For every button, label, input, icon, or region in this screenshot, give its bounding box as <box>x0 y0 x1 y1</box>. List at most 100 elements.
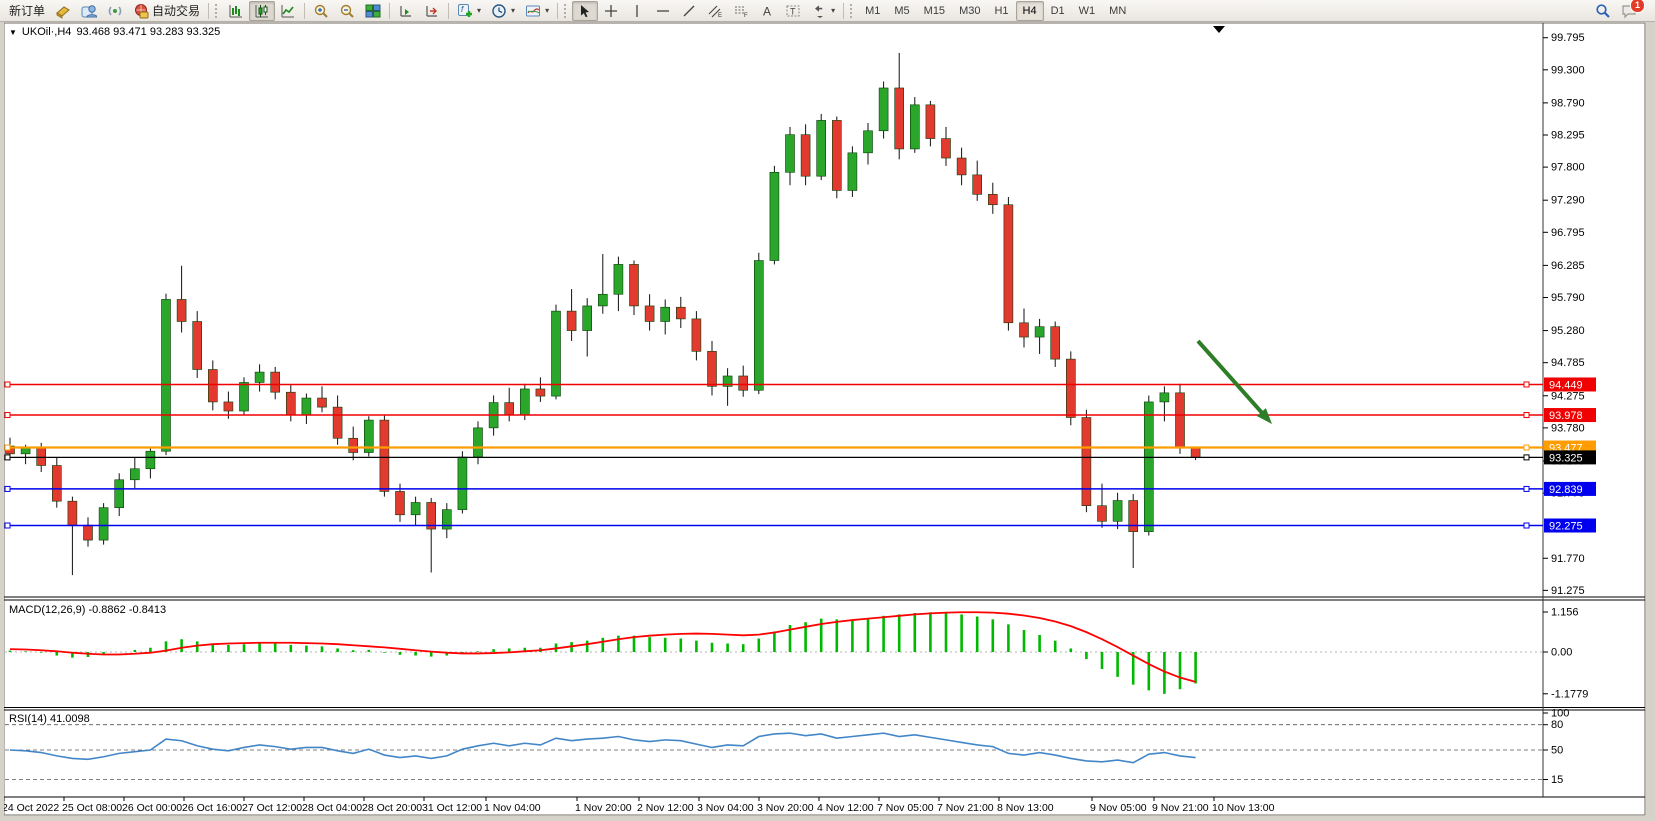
svg-text:94.785: 94.785 <box>1551 357 1585 369</box>
svg-text:93.780: 93.780 <box>1551 422 1585 434</box>
zoom-out-button[interactable] <box>334 1 360 21</box>
template-icon <box>525 3 541 19</box>
svg-text:99.795: 99.795 <box>1551 32 1585 44</box>
signal-button[interactable] <box>102 1 128 21</box>
candle <box>1113 501 1122 522</box>
text-label-icon: T <box>785 3 801 19</box>
journal-button[interactable] <box>50 1 76 21</box>
svg-text:92.275: 92.275 <box>1549 521 1583 533</box>
candle <box>193 321 202 369</box>
horizontal-line-button[interactable] <box>650 1 676 21</box>
cursor-button[interactable] <box>572 1 598 21</box>
timeframe-h4[interactable]: H4 <box>1016 1 1044 21</box>
new-order-button[interactable]: 新订单 <box>4 1 50 21</box>
separator <box>843 3 844 19</box>
date-label: 3 Nov 04:00 <box>697 802 754 814</box>
macd-indicator-label: MACD(12,26,9) -0.8862 -0.8413 <box>9 604 166 616</box>
timeframe-w1[interactable]: W1 <box>1072 1 1103 21</box>
text-label-button[interactable]: T <box>780 1 806 21</box>
candle <box>177 299 186 321</box>
auto-trading-button[interactable]: 自动交易 <box>128 1 205 21</box>
vertical-line-icon <box>629 3 645 19</box>
template-button[interactable]: ▾ <box>520 1 554 21</box>
date-label: 7 Nov 05:00 <box>877 802 934 814</box>
text-button[interactable]: A <box>754 1 780 21</box>
tile-windows-button[interactable] <box>360 1 386 21</box>
equidistant-channel-button[interactable]: E <box>702 1 728 21</box>
right-edge <box>1646 22 1655 821</box>
search-icon[interactable] <box>1595 3 1611 19</box>
svg-text:0.00: 0.00 <box>1551 647 1572 659</box>
timeframe-mn[interactable]: MN <box>1102 1 1133 21</box>
svg-text:99.300: 99.300 <box>1551 64 1585 76</box>
chart-shift-icon <box>424 3 440 19</box>
zoom-in-button[interactable] <box>308 1 334 21</box>
arrows-icon <box>811 3 827 19</box>
date-label: 9 Nov 21:00 <box>1152 802 1209 814</box>
timeframe-m30[interactable]: M30 <box>952 1 987 21</box>
candle <box>411 502 420 514</box>
ohlc-values: 93.468 93.471 93.283 93.325 <box>76 26 220 38</box>
signal-icon <box>107 3 123 19</box>
separator <box>304 3 305 19</box>
candle <box>224 402 233 411</box>
chart-title: ▼ UKOil·,H4 93.468 93.471 93.283 93.325 <box>9 26 220 38</box>
candle <box>396 491 405 514</box>
arrows-button[interactable]: ▾ <box>806 1 840 21</box>
candle <box>271 372 280 392</box>
chevron-down-icon[interactable]: ▼ <box>9 28 17 37</box>
bar-chart-button[interactable] <box>223 1 249 21</box>
chevron-down-icon: ▾ <box>831 6 835 15</box>
timeframe-d1[interactable]: D1 <box>1044 1 1072 21</box>
timeframe-m15[interactable]: M15 <box>917 1 952 21</box>
svg-text:A: A <box>763 4 771 18</box>
vertical-line-button[interactable] <box>624 1 650 21</box>
candle <box>1098 506 1107 522</box>
candlestick-chart-button[interactable] <box>249 1 275 21</box>
periods-button[interactable]: ▾ <box>486 1 520 21</box>
candle <box>37 448 46 466</box>
trendline-button[interactable] <box>676 1 702 21</box>
trendline-icon <box>681 3 697 19</box>
svg-text:1.156: 1.156 <box>1551 607 1579 619</box>
timeframe-m5[interactable]: M5 <box>887 1 916 21</box>
tile-windows-icon <box>365 3 381 19</box>
svg-text:91.770: 91.770 <box>1551 553 1585 565</box>
add-indicator-button[interactable]: f ▾ <box>452 1 486 21</box>
date-label: 31 Oct 12:00 <box>422 802 482 814</box>
svg-text:15: 15 <box>1551 774 1563 786</box>
fibonacci-button[interactable]: F <box>728 1 754 21</box>
journal-icon <box>55 3 71 19</box>
svg-text:97.800: 97.800 <box>1551 162 1585 174</box>
candle <box>21 448 30 454</box>
svg-text:91.275: 91.275 <box>1551 585 1585 597</box>
rsi-indicator-label: RSI(14) 41.0098 <box>9 713 90 725</box>
toolbar: 新订单 自动交易 <box>0 0 1655 22</box>
candle <box>286 392 295 415</box>
chart-window[interactable]: 99.79599.30098.79098.29597.80097.29096.7… <box>0 22 1655 821</box>
candle <box>661 307 670 321</box>
candle <box>598 294 607 306</box>
chart-shift-button[interactable] <box>419 1 445 21</box>
candle <box>630 264 639 306</box>
periods-clock-icon <box>491 3 507 19</box>
candle <box>1144 402 1153 532</box>
cursor-icon <box>577 3 593 19</box>
auto-scroll-button[interactable] <box>393 1 419 21</box>
chart-canvas[interactable]: 99.79599.30098.79098.29597.80097.29096.7… <box>0 0 1655 821</box>
candle <box>318 398 327 407</box>
crosshair-button[interactable] <box>598 1 624 21</box>
text-icon: A <box>759 3 775 19</box>
timeframe-m1[interactable]: M1 <box>858 1 887 21</box>
svg-text:98.790: 98.790 <box>1551 97 1585 109</box>
candle <box>754 261 763 391</box>
date-label: 10 Nov 13:00 <box>1212 802 1275 814</box>
svg-text:T: T <box>790 6 796 16</box>
bar-chart-icon <box>228 3 244 19</box>
svg-text:100: 100 <box>1551 708 1569 720</box>
chat-button[interactable]: 1 <box>1621 3 1637 19</box>
timeframe-h1[interactable]: H1 <box>987 1 1015 21</box>
line-chart-button[interactable] <box>275 1 301 21</box>
profile-button[interactable] <box>76 1 102 21</box>
date-label: 1 Nov 20:00 <box>575 802 632 814</box>
